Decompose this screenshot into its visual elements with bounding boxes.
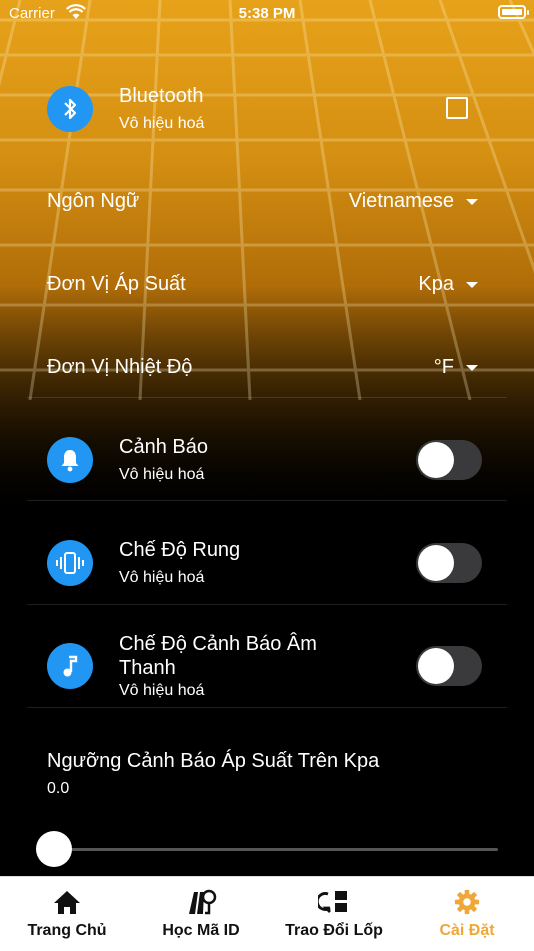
temperature-unit-value: °F	[433, 356, 454, 378]
sound-alert-subtitle: Vô hiệu hoá	[119, 682, 205, 699]
battery-icon	[498, 5, 529, 19]
bell-icon	[47, 437, 93, 483]
slider-thumb[interactable]	[36, 831, 72, 867]
divider	[27, 707, 507, 708]
temperature-unit-label: Đơn Vị Nhiệt Độ	[47, 356, 193, 378]
chevron-down-icon	[466, 199, 478, 205]
alert-subtitle: Vô hiệu hoá	[119, 466, 205, 483]
bluetooth-title: Bluetooth	[119, 85, 204, 107]
vibration-toggle[interactable]	[416, 543, 482, 583]
pressure-threshold-label: Ngưỡng Cảnh Báo Áp Suất Trên Kpa	[47, 750, 380, 772]
chevron-down-icon	[466, 365, 478, 371]
music-note-icon	[47, 643, 93, 689]
swap-tire-icon	[318, 891, 347, 913]
settings-icon	[454, 889, 480, 915]
pressure-threshold-value: 0.0	[47, 780, 70, 797]
alert-toggle[interactable]	[416, 440, 482, 480]
language-label: Ngôn Ngữ	[47, 190, 140, 212]
sound-alert-title-line2: Thanh	[119, 657, 176, 679]
home-icon	[54, 891, 80, 914]
vibration-icon	[47, 540, 93, 586]
tab-label: Cài Đặt	[439, 922, 495, 939]
pressure-unit-value: Kpa	[418, 273, 454, 295]
chevron-down-icon	[466, 282, 478, 288]
vibration-subtitle: Vô hiệu hoá	[119, 569, 205, 586]
alert-title: Cảnh Báo	[119, 436, 208, 458]
bluetooth-subtitle: Vô hiệu hoá	[119, 115, 205, 132]
divider	[27, 500, 507, 501]
vibration-title: Chế Độ Rung	[119, 539, 241, 561]
tab-learn-id[interactable]: Học Mã ID	[148, 877, 254, 951]
bluetooth-icon	[47, 86, 93, 132]
status-time: 5:38 PM	[238, 5, 296, 22]
divider	[27, 397, 507, 398]
learn-id-icon	[189, 889, 217, 915]
tab-home[interactable]: Trang Chủ	[14, 877, 120, 951]
slider-track[interactable]	[54, 848, 498, 851]
tab-settings[interactable]: Cài Đặt	[414, 877, 520, 951]
bluetooth-checkbox[interactable]	[446, 97, 468, 119]
tab-label: Trang Chủ	[27, 922, 107, 939]
sound-alert-toggle[interactable]	[416, 646, 482, 686]
tab-label: Học Mã ID	[162, 922, 240, 939]
tab-swap-tire[interactable]: Trao Đổi Lốp	[278, 877, 390, 951]
sound-alert-title-line1: Chế Độ Cảnh Báo Âm	[119, 633, 317, 655]
divider	[27, 604, 507, 605]
pressure-unit-label: Đơn Vị Áp Suất	[47, 273, 186, 295]
language-value: Vietnamese	[348, 190, 454, 212]
tab-label: Trao Đổi Lốp	[285, 922, 383, 939]
status-bar: Carrier 5:38 PM	[0, 0, 534, 30]
tab-bar: Trang Chủ Học Mã ID Trao Đổi Lốp Cài Đặt	[0, 876, 534, 951]
